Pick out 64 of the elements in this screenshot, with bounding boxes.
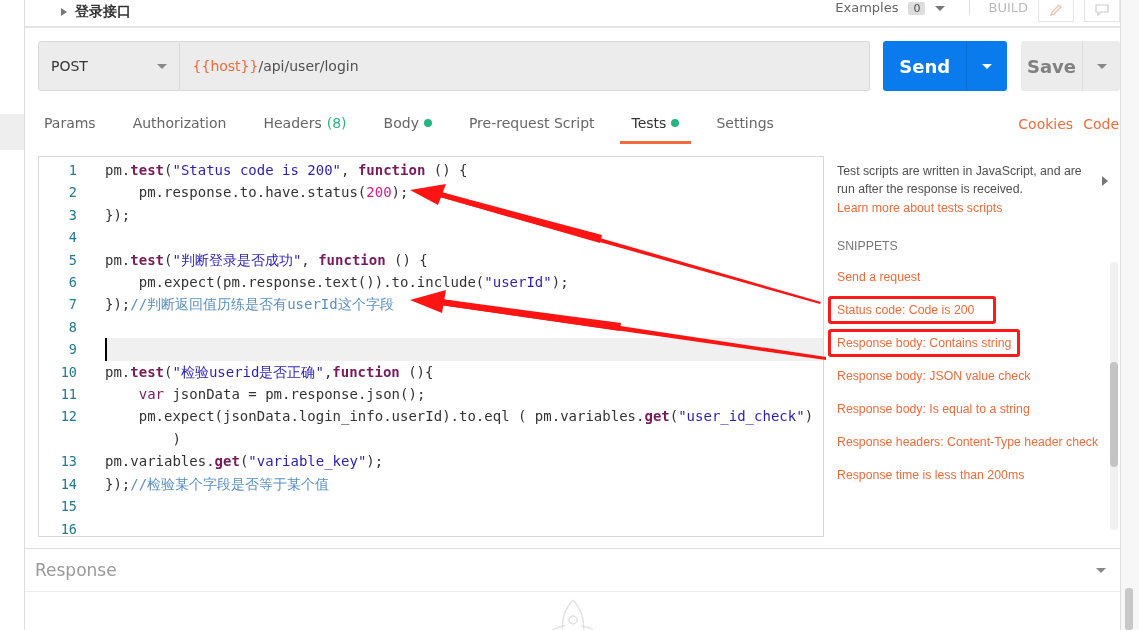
snippet-link[interactable]: Send a request — [828, 263, 996, 291]
snippet-link[interactable]: Response time is less than 200ms — [828, 461, 1034, 489]
line-number: 2 — [67, 183, 78, 203]
snippet-link[interactable]: Response body: Contains string — [828, 329, 1021, 357]
line-number: 14 — [59, 474, 78, 494]
tab[interactable]: Params — [32, 104, 108, 144]
scrollbar-thumb[interactable] — [1125, 588, 1133, 630]
tab[interactable]: Tests — [619, 104, 692, 144]
line-number: 1 — [67, 161, 78, 180]
line-number: 15 — [59, 497, 78, 517]
response-title: Response — [35, 560, 117, 580]
tab[interactable]: Body — [371, 104, 444, 144]
line-number: 10 — [59, 362, 78, 382]
code-line: var jsonData = pm.response.json(); — [137, 385, 427, 405]
line-number: 3 — [67, 205, 78, 225]
code-line: pm.test("检验userid是否正确",function (){ — [105, 362, 435, 382]
examples-count: 0 — [908, 2, 926, 15]
code-line: pm.expect(pm.response.text()).to.include("userId"); — [137, 273, 570, 293]
link[interactable]: Code — [1083, 116, 1119, 132]
url-field[interactable]: {{host}}/api/user/login — [179, 41, 870, 91]
collapse-icon[interactable] — [1102, 176, 1108, 186]
line-number: 16 — [59, 519, 78, 536]
link[interactable]: Cookies — [1018, 116, 1074, 132]
examples-label[interactable]: Examples — [835, 0, 899, 15]
speech-bubble-icon — [1095, 4, 1109, 16]
line-number: 13 — [59, 452, 78, 472]
snippet-link[interactable]: Response headers: Content-Type header check — [828, 428, 1108, 456]
code-editor[interactable] — [38, 156, 824, 537]
code-line: }); — [105, 205, 132, 225]
line-number: 7 — [67, 295, 78, 315]
caret-icon[interactable] — [1096, 567, 1106, 573]
code-line: pm.variables.get("variable_key"); — [105, 452, 385, 472]
code-line: pm.expect(jsonData.login_info.userId).to.eql ( pm.variables.get("user_id_check") ) — [137, 407, 815, 449]
code-line: });//判断返回值历练是否有userId这个字段 — [105, 295, 395, 315]
code-line: pm.test("判断登录是否成功", function () { — [105, 250, 429, 270]
tab[interactable]: Pre-request Script — [456, 104, 607, 144]
line-number: 5 — [67, 250, 78, 270]
tab[interactable]: Authorization — [120, 104, 239, 144]
expand-icon[interactable] — [61, 8, 67, 16]
line-number: 4 — [67, 228, 78, 248]
snippet-link[interactable]: Response body: JSON value check — [828, 362, 1040, 390]
line-number: 8 — [67, 317, 78, 337]
snippet-link[interactable]: Status code: Code is 200 — [828, 296, 996, 324]
sidebar-row-highlight[interactable] — [0, 114, 24, 150]
snippet-link[interactable]: Response body: Is equal to a string — [828, 395, 1039, 423]
line-number: 6 — [67, 273, 78, 293]
tab[interactable]: Headers (8) — [251, 104, 359, 144]
line-number: 11 — [59, 385, 78, 405]
line-number: 9 — [67, 340, 78, 360]
code-line: });//检验某个字段是否等于某个值 — [105, 474, 331, 494]
snippets-heading: SNIPPETS — [837, 239, 899, 253]
description-text: Test scripts are written in JavaScript, and are run after the response is received. — [837, 163, 1083, 198]
request-title: 登录接口 — [75, 3, 131, 21]
code-line: pm.response.to.have.status(200); — [137, 183, 410, 203]
tab[interactable]: Settings — [704, 104, 786, 144]
method-dropdown[interactable]: POST — [38, 41, 180, 91]
scrollbar-thumb[interactable] — [1110, 362, 1118, 467]
pencil-icon — [1049, 3, 1063, 17]
caret-icon[interactable] — [935, 6, 946, 11]
code-line: pm.test("Status code is 200", function () { — [105, 161, 469, 180]
edit-button[interactable] — [1038, 0, 1074, 22]
line-number: 12 — [59, 407, 78, 427]
build-label[interactable]: BUILD — [969, 0, 1028, 15]
learn-more-link[interactable]: Learn more about tests scripts — [837, 201, 1106, 215]
